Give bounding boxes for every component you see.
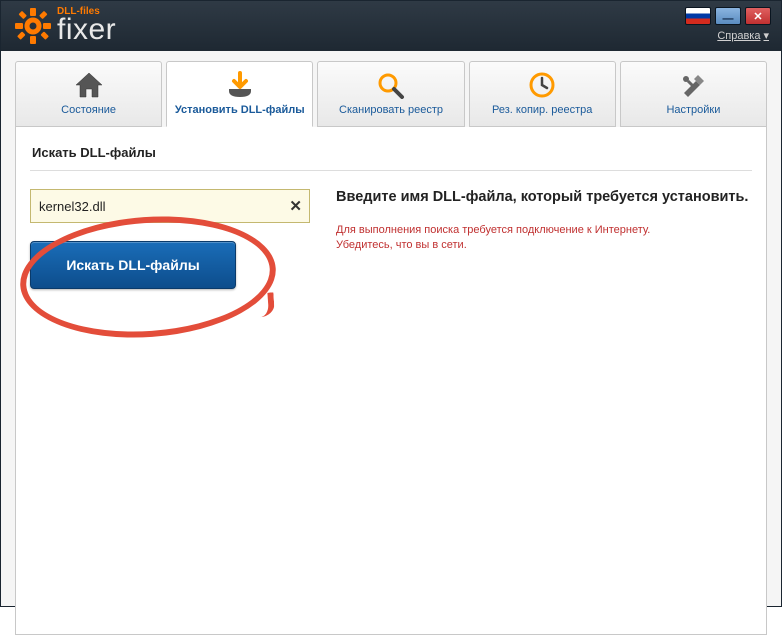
home-icon (74, 70, 104, 100)
warning-line: Убедитесь, что вы в сети. (336, 238, 752, 253)
dropdown-icon: ▾ (763, 29, 769, 42)
minimize-button[interactable]: — (715, 7, 741, 25)
warning-line: Для выполнения поиска требуется подключе… (336, 223, 752, 238)
dll-search-input[interactable] (30, 189, 310, 223)
content-panel: Искать DLL-файлы ✕ Искать DLL-файлы Введ… (15, 127, 767, 635)
gear-icon (13, 6, 53, 46)
app-window: DLL-files fixer — ✕ Справка ▾ Состояние (0, 0, 782, 607)
clock-icon (527, 70, 557, 100)
tools-icon (678, 70, 708, 100)
search-column: ✕ Искать DLL-файлы (30, 189, 310, 289)
tab-status[interactable]: Состояние (15, 61, 162, 127)
instruction-warning: Для выполнения поиска требуется подключе… (336, 223, 752, 254)
tab-scan-registry[interactable]: Сканировать реестр (317, 61, 464, 127)
language-button[interactable] (685, 7, 711, 25)
tab-label: Настройки (666, 104, 720, 116)
app-logo: DLL-files fixer (13, 6, 116, 46)
help-link[interactable]: Справка ▾ (717, 29, 769, 42)
tab-bar: Состояние Установить DLL-файлы Сканирова… (1, 51, 781, 127)
tab-install-dll[interactable]: Установить DLL-файлы (166, 61, 313, 127)
tab-settings[interactable]: Настройки (620, 61, 767, 127)
tab-label: Рез. копир. реестра (492, 104, 592, 116)
help-label: Справка (717, 30, 760, 42)
tab-label: Сканировать реестр (339, 104, 443, 116)
instruction-title: Введите имя DLL-файла, который требуется… (336, 189, 752, 205)
clear-input-icon[interactable]: ✕ (289, 197, 302, 215)
download-icon (225, 70, 255, 100)
magnifier-icon (376, 70, 406, 100)
tab-label: Состояние (61, 104, 116, 116)
window-controls: — ✕ (685, 7, 771, 25)
tab-backup-registry[interactable]: Рез. копир. реестра (469, 61, 616, 127)
close-button[interactable]: ✕ (745, 7, 771, 25)
search-button[interactable]: Искать DLL-файлы (30, 241, 236, 289)
section-title: Искать DLL-файлы (30, 141, 752, 171)
instructions-column: Введите имя DLL-файла, который требуется… (336, 189, 752, 289)
title-bar: DLL-files fixer — ✕ Справка ▾ (1, 1, 781, 51)
logo-title: fixer (57, 15, 116, 45)
tab-label: Установить DLL-файлы (175, 104, 305, 116)
